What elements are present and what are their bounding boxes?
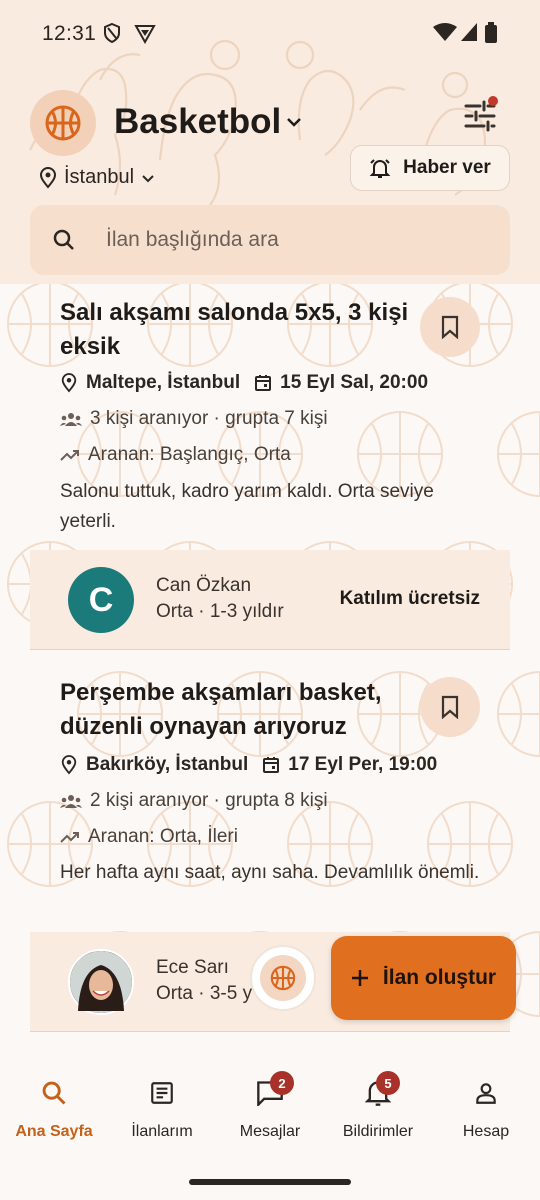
listing-owner[interactable]: C Can Özkan Orta · 1-3 yıldır Katılım üc… [30, 550, 510, 650]
listing-description: Salonu tuttuk, kadro yarım kaldı. Orta s… [60, 481, 434, 532]
nav-item-account[interactable]: Hesap [432, 1073, 540, 1141]
status-bar: 12:31 [0, 0, 540, 64]
app-header: 12:31 Basketbol İstanbul Haber ver İlan … [0, 0, 540, 284]
group-icon [60, 413, 82, 426]
listing-meta-place-date: Maltepe, İstanbul 15 Eyl Sal, 20:00 [60, 372, 428, 394]
nav-item-messages[interactable]: 2 Mesajlar [216, 1071, 324, 1141]
battery-icon [485, 22, 497, 43]
group-icon [60, 795, 82, 808]
listing-people: 3 kişi aranıyor · grupta 7 kişi [60, 408, 328, 430]
sport-logo[interactable] [30, 90, 96, 156]
wifi-icon [433, 23, 457, 41]
list-icon [151, 1082, 173, 1104]
nav-label: Bildirimler [342, 1123, 414, 1140]
avatar[interactable] [68, 949, 134, 1015]
avatar-initial: C [88, 580, 114, 619]
basketball-icon [270, 965, 296, 991]
listing-place: Maltepe, İstanbul [86, 372, 241, 393]
search-input[interactable]: İlan başlığında ara [30, 205, 510, 275]
location-label: İstanbul [64, 166, 135, 188]
owner-name: Ece Sarı [156, 957, 229, 978]
listing-description: Her hafta aynı saat, aynı saha. Devamlıl… [60, 862, 480, 883]
location-pin-icon [61, 373, 77, 393]
avatar[interactable]: C [68, 567, 134, 633]
search-placeholder: İlan başlığında ara [106, 228, 279, 251]
status-time: 12:31 [42, 22, 97, 45]
listing-level: Aranan: Orta, İleri [60, 826, 238, 848]
owner-name: Can Özkan [156, 575, 252, 596]
participation-fee: Katılım ücretsiz [339, 588, 480, 609]
nav-label: Mesajlar [239, 1123, 301, 1140]
shield-icon [104, 22, 120, 44]
trending-up-icon [60, 450, 79, 461]
listing-people-text: 3 kişi aranıyor · grupta 7 kişi [90, 408, 328, 429]
notify-label: Haber ver [403, 157, 491, 178]
bottom-navigation: Ana Sayfa İlanlarım 2 Mesajlar 5 Bildiri… [0, 1045, 540, 1200]
listing-level: Aranan: Başlangıç, Orta [60, 444, 291, 466]
nav-label: Hesap [462, 1123, 510, 1140]
pattern-ball [497, 671, 540, 757]
listing-meta-place-date: Bakırköy, İstanbul 17 Eyl Per, 19:00 [60, 754, 437, 776]
owner-level: Orta · 3-5 y [156, 983, 253, 1004]
filter-active-dot [488, 96, 498, 106]
chevron-down-icon[interactable] [284, 112, 304, 132]
bookmark-button[interactable] [420, 297, 480, 357]
alarm-bell-icon [369, 159, 391, 178]
chevron-down-icon [142, 174, 154, 182]
notifications-badge: 5 [376, 1071, 400, 1095]
notify-button[interactable]: Haber ver [350, 145, 510, 191]
calendar-icon [263, 757, 280, 773]
location-pin-icon [39, 166, 57, 189]
nav-label: Ana Sayfa [15, 1123, 93, 1140]
basketball-icon [45, 105, 81, 141]
listing-datetime: 17 Eyl Per, 19:00 [288, 754, 438, 775]
location-pin-icon [61, 755, 77, 775]
search-icon [42, 1081, 66, 1105]
pattern-ball [497, 411, 540, 497]
avatar-photo [70, 951, 132, 1013]
nav-item-home[interactable]: Ana Sayfa [0, 1073, 108, 1141]
listing-people: 2 kişi aranıyor · grupta 8 kişi [60, 790, 328, 812]
location-selector[interactable]: İstanbul [38, 166, 156, 189]
calendar-icon [255, 375, 272, 391]
trending-up-icon [60, 832, 79, 843]
sport-switch-button[interactable] [250, 945, 316, 1011]
listing-people-text: 2 kişi aranıyor · grupta 8 kişi [90, 790, 328, 811]
person-icon [476, 1083, 496, 1104]
nav-label: İlanlarım [131, 1123, 193, 1140]
bookmark-button[interactable] [420, 677, 480, 737]
nav-item-my-listings[interactable]: İlanlarım [108, 1073, 216, 1141]
bookmark-icon [441, 315, 459, 339]
sport-title[interactable]: Basketbol [114, 102, 281, 142]
messages-badge: 2 [270, 1071, 294, 1095]
plus-icon [351, 970, 368, 986]
create-listing-button[interactable]: İlan oluştur [331, 936, 516, 1020]
search-icon [53, 229, 74, 250]
bookmark-icon [441, 695, 459, 719]
listing-level-text: Aranan: Orta, İleri [88, 826, 238, 847]
listing-title[interactable]: Salı akşamı salonda 5x5, 3 kişi eksik [60, 296, 410, 364]
owner-level: Orta · 1-3 yıldır [156, 601, 284, 622]
signal-icon [461, 23, 477, 41]
nav-item-notifications[interactable]: 5 Bildirimler [324, 1071, 432, 1141]
listing-datetime: 15 Eyl Sal, 20:00 [280, 372, 429, 393]
create-listing-label: İlan oluştur [382, 966, 497, 989]
listing-level-text: Aranan: Başlangıç, Orta [88, 444, 291, 465]
listing-place: Bakırköy, İstanbul [86, 754, 249, 775]
home-indicator[interactable] [189, 1179, 351, 1185]
listing-title[interactable]: Perşembe akşamları basket, düzenli oynay… [60, 676, 410, 744]
background-pattern [0, 284, 540, 1044]
vpn-icon [134, 25, 156, 44]
